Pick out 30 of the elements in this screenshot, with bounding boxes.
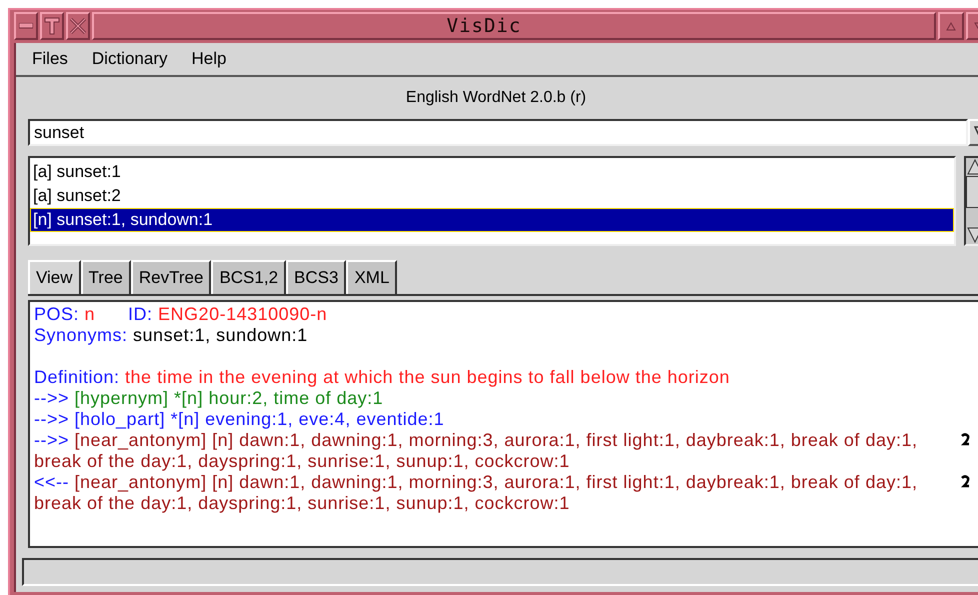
- window-title: VisDic: [446, 14, 522, 39]
- tab[interactable]: BCS3: [286, 260, 346, 294]
- menu-item[interactable]: Help: [192, 46, 226, 72]
- entry-line: POS: n ID: ENG20-14310090-n: [34, 304, 328, 325]
- entry-line: -->> [holo_part] *[n] evening:1, eve:4, eventide:1: [34, 409, 446, 430]
- entry-line: Definition: the time in the evening at which the sun begins to fall below the horizon: [34, 367, 731, 388]
- result-item[interactable]: [n] sunset:1, sundown:1: [30, 208, 954, 232]
- raise-button[interactable]: [938, 12, 964, 40]
- tab[interactable]: BCS1,2: [211, 260, 286, 294]
- entry-line: -->> [near_antonym] [n] dawn:1, dawning:1, morning:3, aurora:1, first light:1, daybreak:1, break of day:1, break of the day:1, dayspring:1, sunrise:1, sunup:1, cockcrow:1: [34, 430, 918, 472]
- entry-line: Synonyms: sunset:1, sundown:1: [34, 325, 309, 346]
- triangle-up-icon: [946, 22, 956, 30]
- close-button[interactable]: [66, 12, 90, 40]
- entry-line: <<-- [near_antonym] [n] dawn:1, dawning:1, morning:3, aurora:1, first light:1, daybreak:1, break of day:1, break of the day:1, dayspring:1, sunrise:1, sunup:1, cockcrow:1: [34, 472, 918, 514]
- result-item[interactable]: [a] sunset:1: [30, 160, 954, 184]
- close-icon: [69, 17, 87, 35]
- minimize-icon: [19, 23, 33, 29]
- tab[interactable]: XML: [346, 260, 398, 294]
- tab[interactable]: RevTree: [130, 260, 212, 294]
- tab[interactable]: View: [28, 260, 81, 294]
- entry-line: -->> [hypernym] *[n] hour:2, time of day:1: [34, 388, 384, 409]
- tab[interactable]: Tree: [80, 260, 131, 294]
- dictionary-label: English WordNet 2.0.b (r): [406, 88, 586, 108]
- menu-item[interactable]: Dictionary: [92, 46, 168, 72]
- menu-button[interactable]: [40, 12, 64, 40]
- result-item[interactable]: [a] sunset:2: [30, 184, 954, 208]
- minimize-button[interactable]: [14, 12, 38, 40]
- search-field[interactable]: sunset: [28, 119, 968, 146]
- t-shape-icon: [44, 17, 60, 35]
- menu-item[interactable]: Files: [32, 46, 68, 72]
